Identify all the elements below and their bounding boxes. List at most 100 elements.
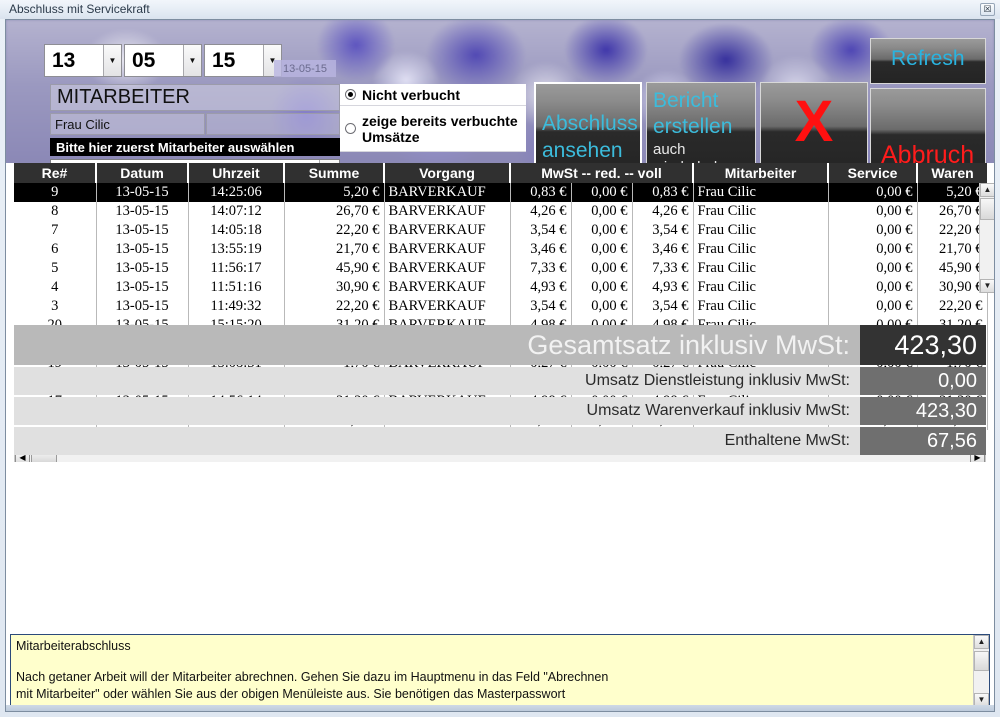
cell-mitarbeiter: Frau Cilic — [693, 240, 829, 259]
cell-re: 6 — [14, 240, 97, 259]
cell-waren: 30,90 € — [917, 278, 988, 297]
cell-service: 0,00 € — [828, 278, 918, 297]
radio-selected-icon[interactable] — [345, 89, 356, 100]
cell-waren: 5,20 € — [917, 183, 988, 202]
radio-bereits-verbucht[interactable]: zeige bereits verbuchte Umsätze — [340, 106, 526, 152]
bericht-erstellen-button[interactable]: Bericht erstellen auch wiederholen — [646, 82, 756, 163]
table-row[interactable]: 3 13-05-15 11:49:32 22,20 € BARVERKAUF 3,54 €… — [14, 297, 988, 316]
col-header-waren[interactable]: Waren — [917, 163, 988, 183]
close-x-icon: X — [794, 89, 834, 154]
table-row[interactable]: 6 13-05-15 13:55:19 21,70 € BARVERKAUF 3,46 €… — [14, 240, 988, 259]
bottom-strip — [6, 705, 994, 711]
chevron-down-icon[interactable]: ▼ — [319, 160, 339, 163]
total-row-gesamtsatz: Gesamtsatz inklusiv MwSt: 423,30 — [14, 325, 986, 365]
total-row-dienstleistung: Umsatz Dienstleistung inklusiv MwSt: 0,0… — [14, 367, 986, 395]
radio-bereits-verbucht-label: zeige bereits verbuchte Umsätze — [362, 112, 518, 145]
cell-voll: 3,54 € — [632, 221, 694, 240]
cell-mwst: 3,54 € — [510, 221, 572, 240]
cell-re: 8 — [14, 202, 97, 221]
cell-red: 0,00 € — [571, 297, 633, 316]
scroll-up-icon[interactable]: ▲ — [974, 635, 989, 649]
cell-service: 0,00 € — [828, 221, 918, 240]
cell-datum: 13-05-15 — [96, 202, 189, 221]
cell-service: 0,00 € — [828, 202, 918, 221]
employee-secondary-field[interactable] — [206, 113, 340, 135]
help-vertical-scrollbar[interactable]: ▲ ▼ — [973, 635, 989, 707]
grid-vertical-scrollbar[interactable]: ▲ ▼ — [979, 183, 994, 293]
total-row-warenverkauf: Umsatz Warenverkauf inklusiv MwSt: 423,3… — [14, 397, 986, 425]
date-month-select[interactable]: 05 ▼ — [124, 44, 202, 77]
col-header-re[interactable]: Re# — [14, 163, 97, 183]
table-row[interactable]: 9 13-05-15 14:25:06 5,20 € BARVERKAUF 0,83 €0… — [14, 183, 988, 202]
abbruch-label: Abbruch — [881, 141, 975, 163]
cell-uhrzeit: 14:05:18 — [188, 221, 285, 240]
chevron-down-icon[interactable]: ▼ — [103, 45, 121, 76]
transactions-grid: Re# Datum Uhrzeit Summe Vorgang MwSt -- … — [6, 163, 994, 465]
totals-panel: Gesamtsatz inklusiv MwSt: 423,30 Umsatz … — [14, 325, 986, 457]
total-label-dienstleistung: Umsatz Dienstleistung inklusiv MwSt: — [14, 367, 860, 395]
table-header-row: Re# Datum Uhrzeit Summe Vorgang MwSt -- … — [14, 163, 988, 183]
booking-filter-radio-group: Nicht verbucht zeige bereits verbuchte U… — [340, 84, 526, 152]
col-header-mitarbeiter[interactable]: Mitarbeiter — [693, 163, 830, 183]
refresh-button[interactable]: Refresh — [870, 38, 986, 84]
radio-nicht-verbucht[interactable]: Nicht verbucht — [340, 84, 526, 106]
cell-re: 4 — [14, 278, 97, 297]
cell-mwst: 3,54 € — [510, 297, 572, 316]
cell-mwst: 4,26 € — [510, 202, 572, 221]
employee-hint-label: Bitte hier zuerst Mitarbeiter auswählen — [50, 138, 340, 156]
date-day-value: 13 — [52, 48, 76, 72]
cell-summe: 22,20 € — [284, 297, 385, 316]
cell-red: 0,00 € — [571, 240, 633, 259]
abschluss-ansehen-button[interactable]: Abschluss ansehen — [534, 82, 642, 163]
cell-vorgang: BARVERKAUF — [384, 297, 511, 316]
col-header-datum[interactable]: Datum — [96, 163, 189, 183]
cell-mitarbeiter: Frau Cilic — [693, 221, 829, 240]
cell-re: 7 — [14, 221, 97, 240]
cell-vorgang: BARVERKAUF — [384, 202, 511, 221]
scroll-up-icon[interactable]: ▲ — [980, 183, 994, 197]
bericht-line1: Bericht — [653, 89, 719, 112]
cell-red: 0,00 € — [571, 278, 633, 297]
table-row[interactable]: 8 13-05-15 14:07:12 26,70 € BARVERKAUF 4,26 €… — [14, 202, 988, 221]
employee-name-field[interactable]: Frau Cilic — [50, 113, 205, 135]
chevron-down-icon[interactable]: ▼ — [183, 45, 201, 76]
table-row[interactable]: 7 13-05-15 14:05:18 22,20 € BARVERKAUF 3,54 €… — [14, 221, 988, 240]
col-header-uhrzeit[interactable]: Uhrzeit — [188, 163, 285, 183]
col-header-mwst-group[interactable]: MwSt -- red. -- voll — [510, 163, 695, 183]
col-header-service[interactable]: Service — [828, 163, 919, 183]
cell-uhrzeit: 11:56:17 — [188, 259, 285, 278]
employee-dropdown[interactable]: Frau Cilic ▼ — [50, 159, 340, 163]
cell-waren: 45,90 € — [917, 259, 988, 278]
table-row[interactable]: 4 13-05-15 11:51:16 30,90 € BARVERKAUF 4,93 €… — [14, 278, 988, 297]
col-header-summe[interactable]: Summe — [284, 163, 385, 183]
col-header-vorgang[interactable]: Vorgang — [384, 163, 511, 183]
cell-mwst: 3,46 € — [510, 240, 572, 259]
table-row[interactable]: 5 13-05-15 11:56:17 45,90 € BARVERKAUF 7,33 €… — [14, 259, 988, 278]
help-vscroll-thumb[interactable] — [974, 651, 989, 671]
date-year-select[interactable]: 15 ▼ — [204, 44, 282, 77]
title-bar: Abschluss mit Servicekraft ☒ — [0, 0, 1000, 19]
bericht-line3: auch — [653, 141, 686, 158]
cell-mitarbeiter: Frau Cilic — [693, 297, 829, 316]
standby-button[interactable]: X Standby — [760, 82, 868, 163]
cell-service: 0,00 € — [828, 259, 918, 278]
date-year-value: 15 — [212, 48, 236, 72]
cell-voll: 7,33 € — [632, 259, 694, 278]
grid-vscroll-thumb[interactable] — [980, 198, 994, 220]
total-value-warenverkauf: 423,30 — [860, 397, 986, 425]
cell-re: 9 — [14, 183, 97, 202]
employee-dropdown-value: Frau Cilic — [51, 160, 319, 163]
cell-uhrzeit: 14:25:06 — [188, 183, 285, 202]
cell-uhrzeit: 11:49:32 — [188, 297, 285, 316]
cell-vorgang: BARVERKAUF — [384, 183, 511, 202]
help-text-panel[interactable]: Mitarbeiterabschluss Nach getaner Arbeit… — [10, 634, 990, 708]
date-day-select[interactable]: 13 ▼ — [44, 44, 122, 77]
close-icon[interactable]: ☒ — [980, 3, 995, 16]
application-window: Abschluss mit Servicekraft ☒ 13 ▼ 05 ▼ 1… — [0, 0, 1000, 717]
radio-unselected-icon[interactable] — [345, 123, 356, 134]
abbruch-button[interactable]: Abbruch — [870, 88, 986, 163]
scroll-down-icon[interactable]: ▼ — [980, 279, 994, 293]
employee-title-field: MITARBEITER — [50, 84, 340, 111]
cell-waren: 22,20 € — [917, 297, 988, 316]
cell-mitarbeiter: Frau Cilic — [693, 202, 829, 221]
